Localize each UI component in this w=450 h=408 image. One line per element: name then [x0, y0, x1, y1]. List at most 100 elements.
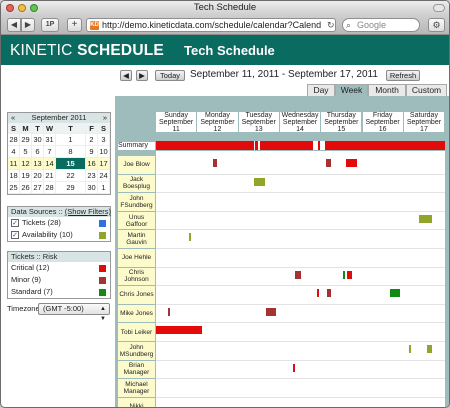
- calendar-day[interactable]: 13: [32, 158, 44, 170]
- calendar-day[interactable]: 2: [86, 134, 98, 146]
- day-header[interactable]: Sunday September 11: [156, 112, 197, 133]
- event-bar[interactable]: [409, 345, 411, 353]
- day-header[interactable]: Wednesday September 14: [279, 112, 321, 133]
- summary-bar[interactable]: [260, 141, 313, 150]
- tab-week[interactable]: Week: [335, 84, 368, 96]
- calendar-day[interactable]: 4: [8, 146, 20, 158]
- event-bar[interactable]: [327, 289, 331, 298]
- event-bar[interactable]: [346, 159, 357, 167]
- browser-toolbar: ◀ ▶ 1P + KD http://demo.kineticdata.com/…: [1, 15, 449, 35]
- today-button[interactable]: Today: [155, 70, 185, 81]
- tab-month[interactable]: Month: [368, 84, 406, 96]
- show-filters-link[interactable]: (Show Filters): [65, 207, 111, 216]
- event-bar[interactable]: [347, 270, 352, 279]
- calendar-day[interactable]: 30: [86, 182, 98, 194]
- calendar-day[interactable]: 24: [98, 170, 110, 182]
- settings-button[interactable]: ⚙: [428, 18, 445, 32]
- calendar-day[interactable]: 16: [86, 158, 98, 170]
- day-header[interactable]: Thursday September 15: [321, 112, 362, 133]
- calendar-day[interactable]: 31: [44, 134, 56, 146]
- new-tab-button[interactable]: +: [67, 18, 82, 32]
- prev-month-button[interactable]: «: [11, 113, 15, 123]
- checkbox-icon[interactable]: ✓: [11, 231, 19, 239]
- calendar-day[interactable]: 27: [32, 182, 44, 194]
- summary-bar[interactable]: [255, 141, 258, 150]
- calendar-day[interactable]: 14: [44, 158, 56, 170]
- date-range-label: September 11, 2011 - September 17, 2011: [190, 69, 378, 80]
- calendar-day[interactable]: 29: [20, 134, 32, 146]
- day-header[interactable]: Friday September 16: [362, 112, 403, 133]
- data-source-availability[interactable]: ✓ Availability (10): [8, 229, 110, 241]
- close-icon[interactable]: [6, 4, 14, 12]
- calendar-day[interactable]: 8: [56, 146, 86, 158]
- tab-custom[interactable]: Custom: [406, 84, 447, 96]
- calendar-day[interactable]: 26: [20, 182, 32, 194]
- event-bar[interactable]: [189, 233, 191, 242]
- calendar-day[interactable]: 1: [56, 134, 86, 146]
- password-manager-button[interactable]: 1P: [41, 18, 59, 32]
- event-bar[interactable]: [156, 326, 202, 335]
- calendar-day[interactable]: 6: [32, 146, 44, 158]
- calendar-day[interactable]: 23: [86, 170, 98, 182]
- event-bar[interactable]: [295, 270, 301, 279]
- calendar-day[interactable]: 22: [56, 170, 86, 182]
- address-bar[interactable]: KD http://demo.kineticdata.com/schedule/…: [86, 18, 336, 32]
- event-bar[interactable]: [343, 270, 345, 279]
- calendar-day[interactable]: 30: [32, 134, 44, 146]
- search-field[interactable]: ⌕ Google: [342, 18, 420, 32]
- summary-bar[interactable]: [318, 141, 320, 150]
- resource-label: Chris Johnson: [118, 267, 155, 286]
- calendar-day[interactable]: 28: [8, 134, 20, 146]
- tab-day[interactable]: Day: [307, 84, 335, 96]
- checkbox-icon[interactable]: ✓: [11, 219, 19, 227]
- resource-label: Tobi Leiker: [118, 323, 155, 341]
- calendar-day[interactable]: 7: [44, 146, 56, 158]
- summary-bar[interactable]: [156, 141, 254, 150]
- event-bar[interactable]: [254, 177, 265, 186]
- calendar-day[interactable]: 18: [8, 170, 20, 182]
- event-bar[interactable]: [213, 159, 217, 167]
- calendar-day[interactable]: 21: [44, 170, 56, 182]
- calendar-day[interactable]: 11: [8, 158, 20, 170]
- calendar-day[interactable]: 19: [20, 170, 32, 182]
- calendar-day[interactable]: 15: [56, 158, 86, 170]
- event-bar[interactable]: [419, 214, 432, 223]
- calendar-day[interactable]: 25: [8, 182, 20, 194]
- event-bar[interactable]: [317, 289, 319, 298]
- calendar-day[interactable]: 10: [98, 146, 110, 158]
- calendar-day[interactable]: 17: [98, 158, 110, 170]
- timezone-select[interactable]: (GMT -5:00) ▲ ▼: [38, 303, 110, 322]
- previous-week-button[interactable]: ◀: [120, 70, 132, 81]
- summary-bar[interactable]: [325, 141, 445, 150]
- brand-logo[interactable]: KINETIC SCHEDULE: [10, 42, 164, 60]
- minimize-icon[interactable]: [18, 4, 26, 12]
- calendar-day[interactable]: 1: [98, 182, 110, 194]
- calendar-day[interactable]: 9: [86, 146, 98, 158]
- calendar-day[interactable]: 5: [20, 146, 32, 158]
- zoom-icon[interactable]: [30, 4, 38, 12]
- calendar-day[interactable]: 28: [44, 182, 56, 194]
- color-swatch: [99, 265, 106, 272]
- calendar-day[interactable]: 12: [20, 158, 32, 170]
- next-week-button[interactable]: ▶: [136, 70, 148, 81]
- reload-icon[interactable]: ↻: [327, 20, 335, 31]
- calendar-day[interactable]: 20: [32, 170, 44, 182]
- toolbar-toggle-button[interactable]: [433, 4, 445, 12]
- event-bar[interactable]: [168, 307, 170, 316]
- event-bar[interactable]: [427, 345, 432, 353]
- refresh-button[interactable]: Refresh: [386, 70, 420, 81]
- event-bar[interactable]: [266, 307, 276, 316]
- day-header[interactable]: Saturday September 17: [403, 112, 445, 133]
- calendar-day[interactable]: 29: [56, 182, 86, 194]
- day-header[interactable]: Monday September 12: [197, 112, 238, 133]
- next-month-button[interactable]: »: [103, 113, 107, 123]
- event-bar[interactable]: [293, 363, 295, 372]
- forward-button[interactable]: ▶: [21, 18, 35, 32]
- event-bar[interactable]: [390, 289, 400, 298]
- calendar-day[interactable]: 3: [98, 134, 110, 146]
- back-button[interactable]: ◀: [7, 18, 21, 32]
- event-bar[interactable]: [326, 159, 331, 167]
- day-header[interactable]: Tuesday September 13: [238, 112, 279, 133]
- data-source-tickets[interactable]: ✓ Tickets (28): [8, 217, 110, 229]
- day-header-month: September: [406, 119, 442, 126]
